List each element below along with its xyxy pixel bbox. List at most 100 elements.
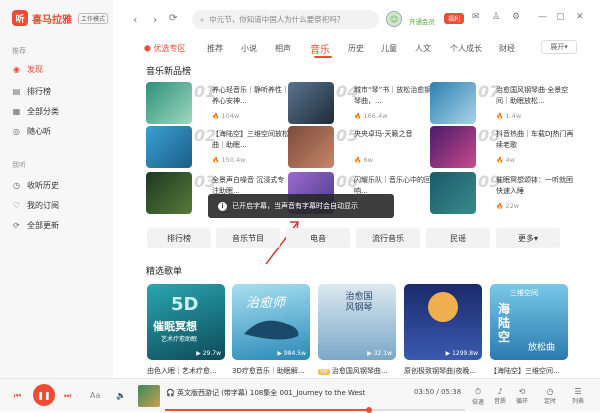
search-icon: ⌕ [200,14,205,24]
work-mode-badge[interactable]: 工作模式 [78,12,109,24]
gear-icon[interactable]: ⚙ [512,12,520,22]
app-logo[interactable]: 听 喜马拉雅 工作模式 [12,10,109,26]
app-name: 喜马拉雅 [32,14,72,26]
refresh-page-icon[interactable]: ⟳ [169,13,177,24]
next-icon[interactable]: ⏭ [64,391,71,401]
rank-card[interactable]: 05 央央卓玛-天籁之音 🔥 6w [288,126,434,168]
sidebar-item-history[interactable]: ◷ 收听历史 [12,180,59,191]
speed-button[interactable]: ⏱ 倍速 [472,387,484,406]
loop-icon: ⟲ [518,387,526,396]
progress-handle[interactable] [366,407,372,413]
rank-card[interactable]: 07 治愈国风钢琴曲·全景空间｜助眠放松... 🔥 1.4w [430,82,576,124]
tab-crosstalk[interactable]: 相声 [275,43,291,54]
tab-finance[interactable]: 财经 [499,43,515,54]
welfare-button[interactable]: 福利 [444,13,464,24]
expand-tabs-button[interactable]: 展开 ▾ [541,40,577,54]
bookmark-icon: ♡ [12,201,21,210]
quality-icon: ♪ [497,387,503,396]
fire-icon: 🔥 [212,156,220,164]
whale-icon [244,320,299,340]
rank-card[interactable]: 02 【海陆空】三维空间放松曲｜助眠... 🔥 150.4w [146,126,292,168]
rank-cover [146,82,192,124]
discover-icon: ◉ [13,65,20,74]
tab-preferred[interactable]: ⬢ 优选专区 [144,43,186,54]
shirt-icon[interactable]: ♙ [492,12,500,22]
rank-card[interactable]: 09 催眠冥想颂钵：一听就困 快速入睡 🔥 22w [430,172,576,214]
filter-folk[interactable]: 民谣 [426,228,490,248]
timer-icon: ◷ [546,387,554,396]
tab-children[interactable]: 儿童 [381,43,397,54]
avatar[interactable]: ☺ [386,11,402,27]
search-placeholder: 中元节，你知道中国人为什么要祭祀吗？ [209,15,345,24]
vip-link[interactable]: 开通会员 [409,16,435,26]
subtitle-icon[interactable]: Aа [90,391,100,400]
minimize-icon[interactable]: — [538,12,547,22]
rank-cover [430,172,476,214]
close-icon[interactable]: ✕ [576,12,584,22]
sidebar-item-subscriptions[interactable]: ♡ 我的订阅 [12,200,59,211]
rank-cover [146,126,192,168]
maximize-icon[interactable]: ▢ [556,12,565,22]
chevron-down-icon: ▾ [533,233,538,243]
rank-cover [146,172,192,214]
rank-card[interactable]: 08 抖音热曲｜车载DJ热门再续老歌 🔥 4w [430,126,576,168]
sidebar-item-categories[interactable]: ▦ 全部分类 [12,106,59,117]
volume-icon[interactable]: 🔈 [116,391,126,400]
mine-header: 我听 [12,161,26,169]
previous-icon[interactable]: ⏮ [14,391,21,401]
sidebar-item-rank[interactable]: ▤ 排行榜 [12,86,51,97]
chevron-down-icon: ▾ [564,43,568,51]
timer-button[interactable]: ◷ 定时 [544,387,556,405]
forward-icon[interactable]: › [153,13,157,26]
filter-electronic[interactable]: 电音 [286,228,350,248]
rank-cover [430,126,476,168]
sidebar-item-radio[interactable]: ◎ 随心听 [12,126,51,137]
playlist-card[interactable]: 三维空间 海陆空 放松曲 [490,284,568,360]
clock-icon: ◷ [13,181,20,190]
grid-icon: ▦ [12,107,21,116]
filter-pop[interactable]: 流行音乐 [356,228,420,248]
sidebar-item-updates[interactable]: ⟳ 全部更新 [12,220,59,231]
sidebar-item-discover[interactable]: ◉ 发现 [12,64,43,75]
fire-icon: 🔥 [496,156,504,164]
tab-history[interactable]: 历史 [348,43,364,54]
recommend-header: 推荐 [12,47,26,55]
filter-music-program[interactable]: 音乐节目 [216,228,280,248]
tab-recommend[interactable]: 推荐 [207,43,223,54]
time-readout: 03:50 / 05:38 [414,388,462,396]
playlist-card[interactable]: 治愈国风钢琴 ▶ 32.1w [318,284,396,360]
radio-icon: ◎ [13,127,20,136]
playlist-card[interactable]: 治愈师 ▶ 984.5w [232,284,310,360]
pause-icon: ❚❚ [37,390,51,400]
preferred-icon: ⬢ [144,44,154,53]
tab-growth[interactable]: 个人成长 [450,43,482,54]
fire-icon: 🔥 [354,156,362,164]
playlists-title: 精选歌单 [146,267,183,277]
tab-music[interactable]: 音乐 [310,41,330,56]
search-input[interactable]: ⌕ 中元节，你知道中国人为什么要祭祀吗？ [192,10,379,29]
mail-icon[interactable]: ✉ [472,12,480,22]
rank-card[interactable]: 01 养心轻音乐｜静听养性｜养心安神... 🔥 104w [146,82,292,124]
quality-button[interactable]: ♪ 音质 [494,387,506,405]
speed-icon: ⏱ [474,387,482,396]
loop-button[interactable]: ⟲ 循环 [516,387,528,405]
now-playing-info: 🎧 英文版西游记 (带字幕) 108集全 001_Journey to the … [166,389,366,397]
fire-icon: 🔥 [496,112,504,120]
tab-novel[interactable]: 小说 [241,43,257,54]
playlist-button[interactable]: ☰ 列表 [572,387,584,405]
info-icon: i [218,201,227,211]
filter-more[interactable]: 更多 ▾ [496,228,560,248]
filter-rank[interactable]: 排行榜 [147,228,211,248]
pause-button[interactable]: ❚❚ [33,384,55,406]
list-icon: ☰ [574,387,582,396]
headphone-icon: 🎧 [166,389,177,397]
rank-cover [288,126,334,168]
now-playing-cover[interactable] [138,385,160,407]
playlist-card[interactable]: 5D 催眠冥想 艺术疗愈助眠 ▶ 29.7w [147,284,225,360]
tab-humanities[interactable]: 人文 [415,43,431,54]
playlist-card[interactable]: ▶ 1299.8w [404,284,482,360]
logo-icon: 听 [12,10,28,26]
back-icon[interactable]: ‹ [133,13,137,26]
rank-card[interactable]: 04 城市“琴”书｜放松治愈钢琴曲，... 🔥 166.4w [288,82,434,124]
fire-icon: 🔥 [212,112,220,120]
